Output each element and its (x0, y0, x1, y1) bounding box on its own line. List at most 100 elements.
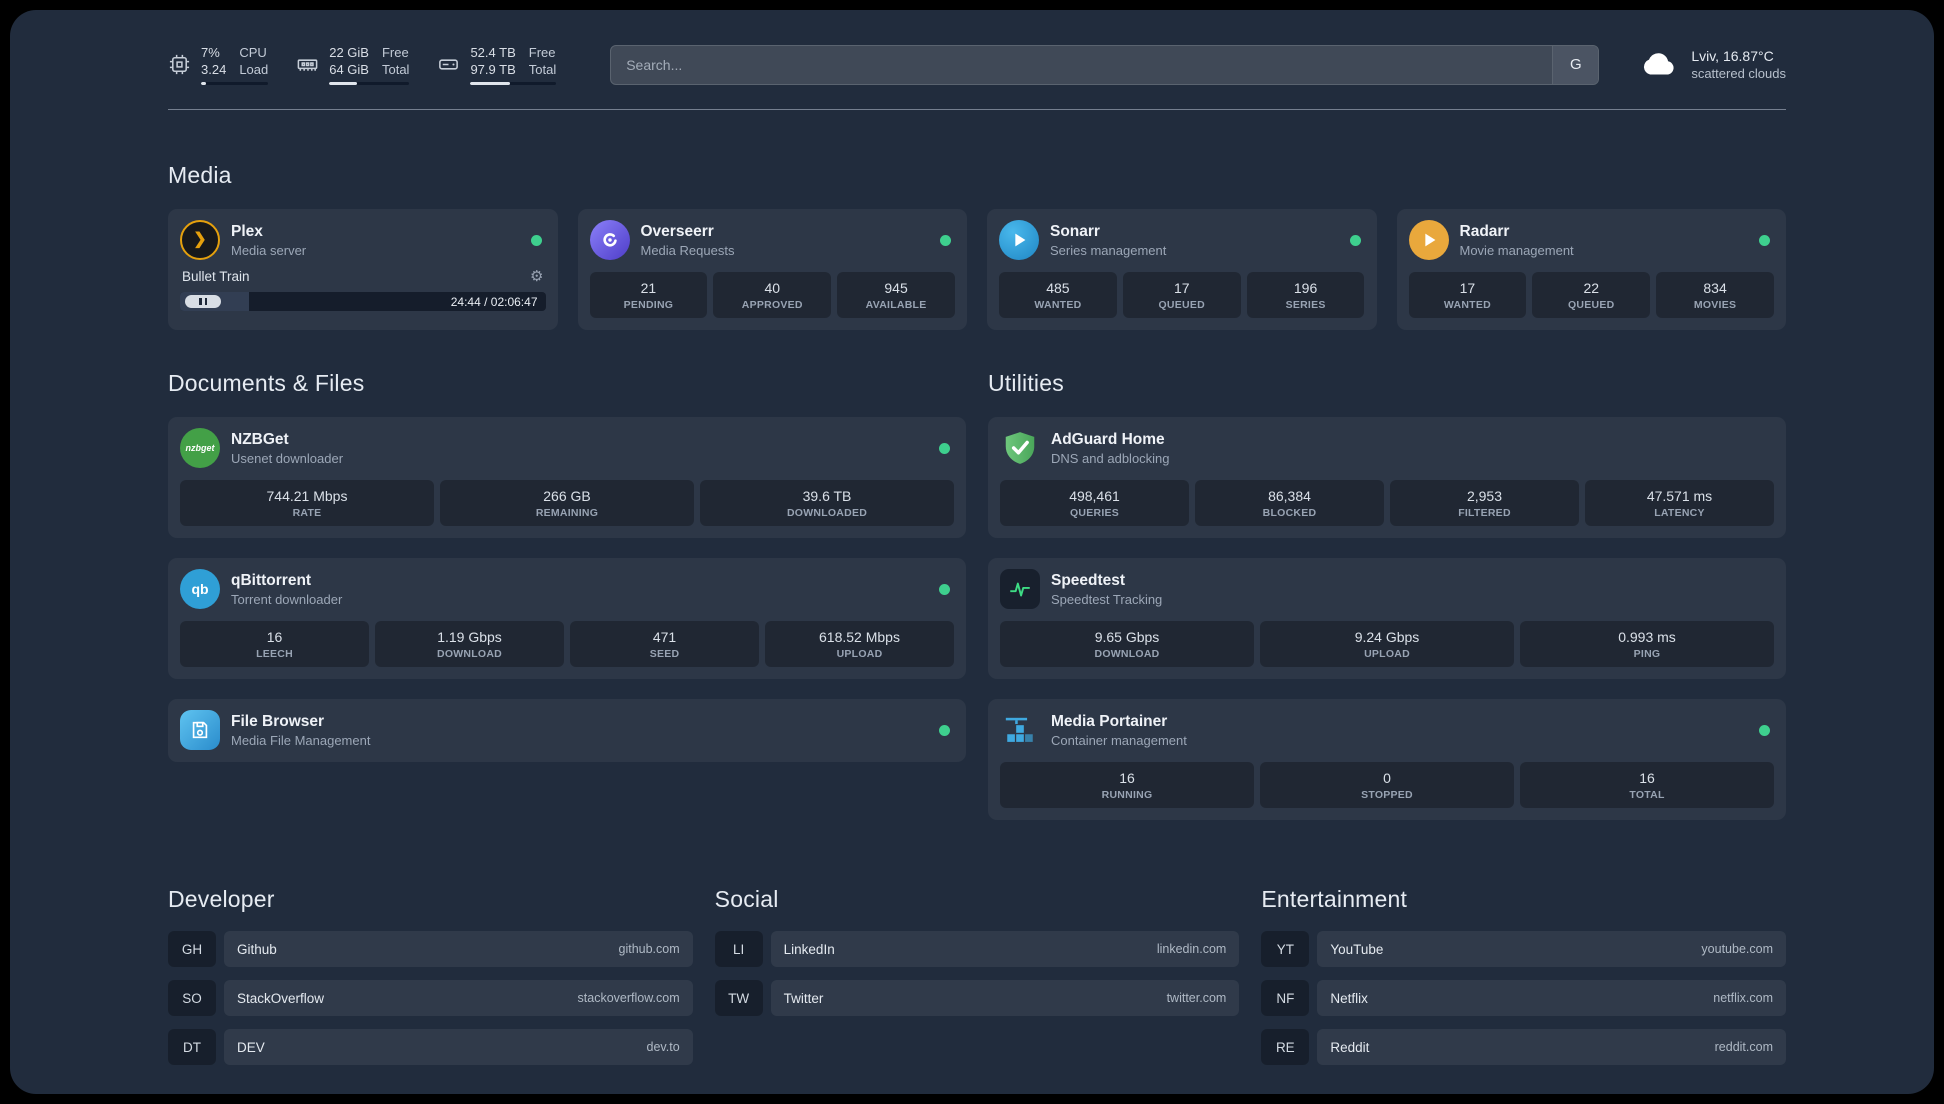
service-description: Torrent downloader (231, 592, 343, 608)
service-name: Speedtest (1051, 572, 1126, 590)
filebrowser-icon (180, 710, 220, 751)
bookmark-abbr: GH (168, 931, 216, 968)
stat-tile: 266 GB REMAINING (440, 480, 694, 527)
weather-location: Lviv, 16.87°C (1691, 48, 1774, 65)
section-utilities: Utilities AdGuard Home DNS and adblockin… (988, 370, 1786, 821)
service-name: Overseerr (640, 223, 714, 241)
memory-progress-bar (329, 82, 410, 86)
bookmark-group-entertainment: Entertainment YT YouTube youtube.com NF … (1261, 886, 1786, 1066)
qbittorrent-icon: qb (180, 569, 220, 610)
service-card-radarr[interactable]: Radarr Movie management 17 WANTED 22 QUE… (1396, 209, 1786, 331)
service-description: DNS and adblocking (1051, 451, 1170, 467)
cloud-icon (1639, 50, 1679, 79)
bookmark-abbr: TW (714, 980, 763, 1017)
now-playing-title: Bullet Train (182, 269, 250, 285)
weather-condition: scattered clouds (1691, 66, 1786, 82)
bookmark-reddit[interactable]: RE Reddit reddit.com (1261, 1029, 1786, 1066)
service-card-nzbget[interactable]: nzbget NZBGet Usenet downloader 744.21 M… (168, 417, 966, 539)
playback-progress-bar[interactable]: 24:44 / 02:06:47 (180, 292, 546, 312)
bookmark-name: StackOverflow (237, 990, 325, 1006)
service-description: Container management (1051, 733, 1187, 749)
service-description: Media server (231, 243, 307, 259)
bookmark-name: Github (237, 941, 277, 957)
service-name: NZBGet (231, 431, 289, 449)
bookmark-url: linkedin.com (1156, 942, 1227, 957)
service-card-adguard[interactable]: AdGuard Home DNS and adblocking 498,461 … (988, 417, 1786, 539)
search-provider-button[interactable]: G (1552, 45, 1599, 84)
service-description: Media Requests (640, 243, 735, 259)
status-dot-online (1349, 234, 1361, 246)
speedtest-icon (1000, 569, 1040, 610)
service-card-plex[interactable]: Plex Media server Bullet Train (168, 209, 558, 331)
section-title-developer: Developer (168, 886, 275, 913)
playback-time: 24:44 / 02:06:47 (450, 294, 538, 309)
memory-free-label: Free (381, 45, 409, 60)
stat-tile: 16 TOTAL (1520, 762, 1774, 809)
status-dot-online (939, 583, 950, 595)
bookmark-url: twitter.com (1166, 991, 1227, 1006)
service-description: Speedtest Tracking (1051, 592, 1163, 608)
bookmark-group-developer: Developer GH Github github.com SO StackO… (168, 886, 693, 1066)
bookmark-abbr: LI (714, 931, 763, 968)
disk-widget: 52.4 TB 97.9 TB Free Total (437, 44, 557, 86)
cpu-usage-value: 7% (201, 45, 220, 60)
search-bar: G (610, 44, 1600, 85)
service-description: Series management (1050, 243, 1167, 259)
bookmark-name: Reddit (1330, 1039, 1370, 1055)
stat-tile: 16 RUNNING (1000, 762, 1254, 809)
plex-icon (180, 220, 220, 261)
cpu-load-value: 3.24 (201, 62, 227, 78)
status-dot-online (939, 442, 950, 454)
service-card-filebrowser[interactable]: File Browser Media File Management (168, 699, 966, 763)
section-title-entertainment: Entertainment (1261, 886, 1408, 913)
memory-widget: 22 GiB 64 GiB Free Total (296, 44, 410, 86)
service-name: Radarr (1459, 223, 1510, 241)
stat-tile: 86,384 BLOCKED (1195, 480, 1384, 527)
section-title-utilities: Utilities (988, 370, 1064, 397)
bookmark-name: Twitter (783, 990, 824, 1006)
bookmark-name: Netflix (1330, 990, 1368, 1006)
stat-tile: 17 WANTED (1408, 272, 1527, 319)
bookmark-stackoverflow[interactable]: SO StackOverflow stackoverflow.com (168, 980, 693, 1017)
service-card-sonarr[interactable]: Sonarr Series management 485 WANTED 17 Q… (987, 209, 1377, 331)
stat-tile: 21 PENDING (589, 272, 708, 319)
search-input[interactable] (611, 45, 1553, 84)
bookmark-abbr: YT (1261, 931, 1310, 968)
service-card-speedtest[interactable]: Speedtest Speedtest Tracking 9.65 Gbps D… (988, 558, 1786, 680)
stat-tile: 471 SEED (570, 621, 759, 668)
bookmark-name: YouTube (1330, 941, 1384, 957)
disk-icon (437, 53, 460, 76)
adguard-icon (1000, 428, 1040, 468)
disk-free-value: 52.4 TB (470, 45, 516, 60)
service-card-qbittorrent[interactable]: qb qBittorrent Torrent downloader 16 LEE… (168, 558, 966, 680)
gear-icon[interactable] (530, 269, 543, 284)
stat-tile: 22 QUEUED (1532, 272, 1651, 319)
stat-tile: 39.6 TB DOWNLOADED (700, 480, 954, 527)
bookmark-github[interactable]: GH Github github.com (168, 931, 693, 968)
stat-tile: 834 MOVIES (1656, 272, 1774, 319)
pause-icon[interactable] (185, 295, 221, 309)
bookmark-netflix[interactable]: NF Netflix netflix.com (1261, 980, 1786, 1017)
stat-tile: 618.52 Mbps UPLOAD (765, 621, 954, 668)
service-card-overseerr[interactable]: Overseerr Media Requests 21 PENDING 40 A… (577, 209, 967, 331)
bookmark-abbr: SO (168, 980, 216, 1017)
weather-widget: Lviv, 16.87°C scattered clouds (1639, 48, 1786, 81)
stat-tile: 17 QUEUED (1122, 272, 1241, 319)
section-title-media: Media (168, 162, 232, 189)
disk-total-value: 97.9 TB (470, 62, 516, 78)
bookmark-linkedin[interactable]: LI LinkedIn linkedin.com (714, 931, 1240, 968)
bookmark-twitter[interactable]: TW Twitter twitter.com (714, 980, 1240, 1017)
service-description: Usenet downloader (231, 451, 344, 467)
stat-tile: 9.65 Gbps DOWNLOAD (1000, 621, 1254, 668)
service-card-portainer[interactable]: Media Portainer Container management 16 … (988, 699, 1786, 821)
status-dot-online (530, 234, 542, 246)
bookmark-youtube[interactable]: YT YouTube youtube.com (1261, 931, 1786, 968)
dashboard: 7% 3.24 CPU Load 22 GiB 64 GiB Free Tota… (10, 10, 1934, 1094)
top-bar: 7% 3.24 CPU Load 22 GiB 64 GiB Free Tota… (168, 44, 1786, 86)
service-name: File Browser (231, 713, 325, 731)
status-dot-online (939, 724, 950, 736)
cpu-label: CPU (239, 45, 267, 60)
bookmark-dev[interactable]: DT DEV dev.to (168, 1029, 693, 1066)
status-dot-online (940, 234, 951, 246)
portainer-icon (1000, 710, 1040, 750)
